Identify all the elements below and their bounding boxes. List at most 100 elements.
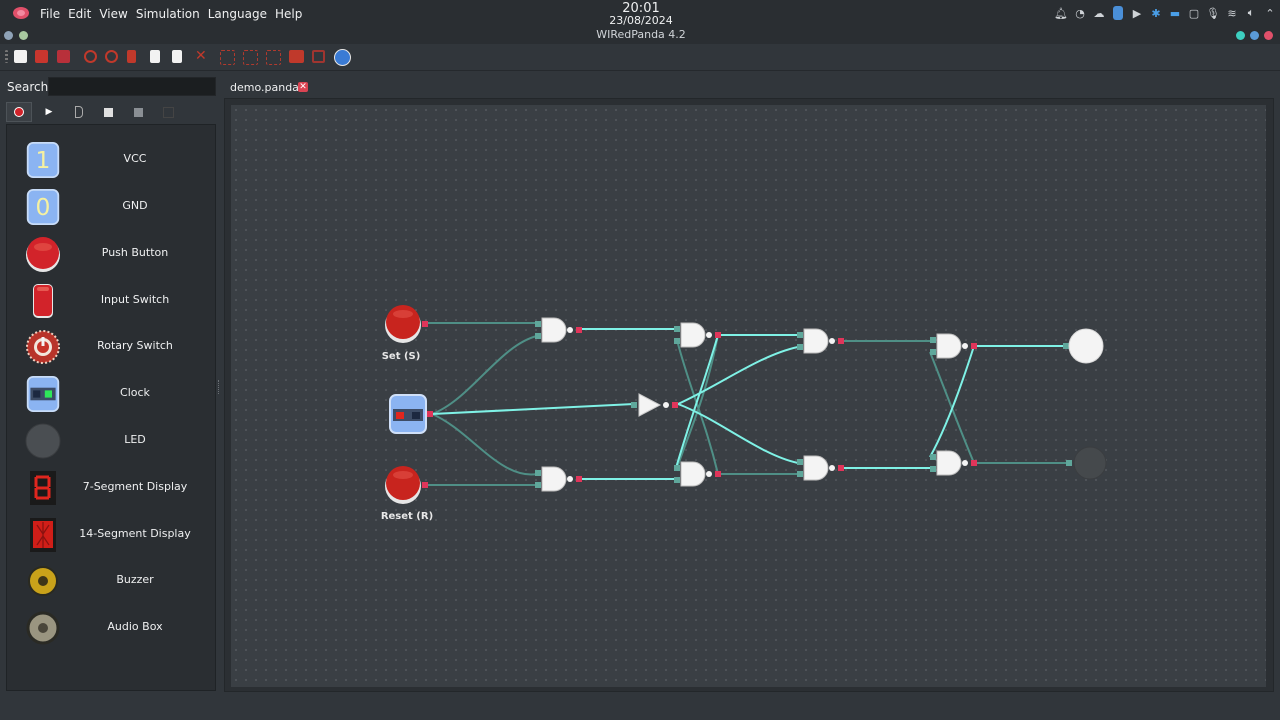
copy-icon[interactable] [150, 50, 160, 63]
vcc-icon: 1 [26, 142, 60, 178]
gnd-glyph: 0 [36, 193, 51, 221]
nand-gate-5-output-port [838, 338, 844, 344]
clock-icon [26, 376, 60, 412]
wave-icon[interactable] [312, 50, 325, 63]
menu-language[interactable]: Language [204, 6, 271, 22]
nand-gate-6-output-port [838, 465, 844, 471]
tab-ic[interactable] [125, 102, 151, 122]
delete-icon[interactable]: ✕ [195, 49, 208, 63]
menu-view[interactable]: View [95, 6, 131, 22]
zoom-out-icon[interactable] [243, 50, 258, 65]
circuit-canvas[interactable]: Set (S) Reset (R) [231, 105, 1266, 687]
cloud-icon[interactable]: ☁︎ [1092, 6, 1106, 20]
window-controls-left [4, 31, 28, 40]
nand-gate-2[interactable] [535, 466, 582, 492]
cut-icon[interactable] [127, 50, 136, 63]
palette-item-7-segment[interactable]: 7-Segment Display [7, 464, 203, 510]
app-logo-icon[interactable] [12, 6, 30, 20]
wifi-icon[interactable]: ≋ [1225, 6, 1239, 20]
rotary-switch-icon [26, 330, 60, 364]
media-play-icon[interactable]: ▶ [1130, 6, 1144, 20]
led-q-not[interactable] [1066, 446, 1107, 480]
microphone-icon[interactable]: 🎙︎ [1206, 6, 1220, 20]
nand-gate-2-input-port [535, 482, 541, 488]
audio-box-icon [26, 611, 60, 645]
nand-gate-4-input-port [674, 477, 680, 483]
save-file-icon[interactable] [57, 50, 70, 63]
window-title: WIRedPanda 4.2 [596, 28, 686, 41]
tab-label: demo.panda [230, 81, 299, 94]
palette-item-buzzer[interactable]: Buzzer [7, 557, 203, 603]
palette-item-vcc[interactable]: 1 VCC [7, 136, 203, 182]
search-input[interactable] [48, 77, 216, 96]
bluetooth-icon[interactable]: ✱ [1149, 6, 1163, 20]
simulation-toggle-icon[interactable] [289, 50, 304, 63]
reset-push-button[interactable] [385, 466, 428, 504]
tab-close-icon[interactable]: ✕ [298, 82, 308, 92]
palette-item-gnd[interactable]: 0 GND [7, 183, 203, 229]
gate-tab-icon [75, 106, 83, 118]
palette-item-rotary-switch[interactable]: Rotary Switch [7, 323, 203, 369]
undo-icon[interactable] [84, 50, 97, 63]
nand-gate-2-input-port [535, 470, 541, 476]
not-gate[interactable] [631, 393, 678, 417]
minimize-button[interactable] [1236, 31, 1245, 40]
nand-gate-3-input-port [674, 326, 680, 332]
palette-item-input-switch[interactable]: Input Switch [7, 277, 203, 323]
menu-simulation[interactable]: Simulation [132, 6, 204, 22]
menu-bar: File Edit View Simulation Language Help [36, 6, 306, 22]
tab-misc[interactable] [155, 102, 181, 122]
palette-item-audio-box[interactable]: Audio Box [7, 604, 203, 650]
paste-icon[interactable] [172, 50, 182, 63]
nand-gate-1[interactable] [535, 317, 582, 343]
menu-help[interactable]: Help [271, 6, 306, 22]
tab-gates[interactable] [66, 102, 92, 122]
tab-memory[interactable] [95, 102, 121, 122]
window-menu-icon[interactable] [19, 31, 28, 40]
palette-item-14-segment[interactable]: 14-Segment Display [7, 511, 203, 557]
nand-gate-7[interactable] [930, 333, 977, 359]
clipboard-icon[interactable]: ▢ [1187, 6, 1201, 20]
fit-view-icon[interactable] [266, 50, 281, 65]
clock-element[interactable] [389, 394, 433, 434]
palette-item-clock[interactable]: Clock [7, 370, 203, 416]
nand-gate-4[interactable] [674, 461, 721, 487]
search-label: Search: [7, 80, 53, 94]
window-pin-icon[interactable] [4, 31, 13, 40]
reset-output-port [422, 482, 428, 488]
panel-splitter[interactable] [218, 380, 222, 394]
folder-icon[interactable]: ▬ [1168, 6, 1182, 20]
open-file-icon[interactable] [35, 50, 48, 63]
nand-gate-8-input-port [930, 466, 936, 472]
tab-demo-panda[interactable]: demo.panda ✕ [222, 78, 314, 98]
set-push-button[interactable] [385, 305, 428, 343]
maximize-button[interactable] [1250, 31, 1259, 40]
vcc-glyph: 1 [36, 146, 51, 174]
panda-icon[interactable] [334, 49, 351, 66]
tab-inputs[interactable] [6, 102, 32, 122]
vpn-icon[interactable] [1113, 6, 1123, 20]
sync-icon[interactable]: ◔ [1073, 6, 1087, 20]
palette-item-push-button[interactable]: Push Button [7, 230, 203, 276]
menu-edit[interactable]: Edit [64, 6, 95, 22]
close-button[interactable] [1264, 31, 1273, 40]
palette-label-audio-box: Audio Box [107, 620, 163, 633]
volume-icon[interactable]: 🔈︎ [1244, 6, 1258, 20]
notification-bell-icon[interactable]: 🔔︎ [1054, 6, 1068, 20]
tab-outputs[interactable]: ▶ [36, 102, 62, 122]
wire-clk-to-nand1 [431, 335, 538, 415]
palette-item-led[interactable]: LED [7, 417, 203, 463]
wire-nand6-cross [929, 345, 975, 458]
nand-gate-6[interactable] [797, 455, 844, 481]
nand-gate-3[interactable] [674, 322, 721, 348]
nand-gate-5[interactable] [797, 328, 844, 354]
input-switch-icon [33, 284, 53, 318]
menu-file[interactable]: File [36, 6, 64, 22]
tray-expand-icon[interactable]: ⌃ [1263, 6, 1277, 20]
buzzer-icon [28, 566, 58, 596]
nand-gate-6-input-port [797, 459, 803, 465]
led-q[interactable] [1063, 328, 1104, 364]
redo-icon[interactable] [105, 50, 118, 63]
new-file-icon[interactable] [14, 50, 27, 63]
zoom-in-icon[interactable] [220, 50, 235, 65]
